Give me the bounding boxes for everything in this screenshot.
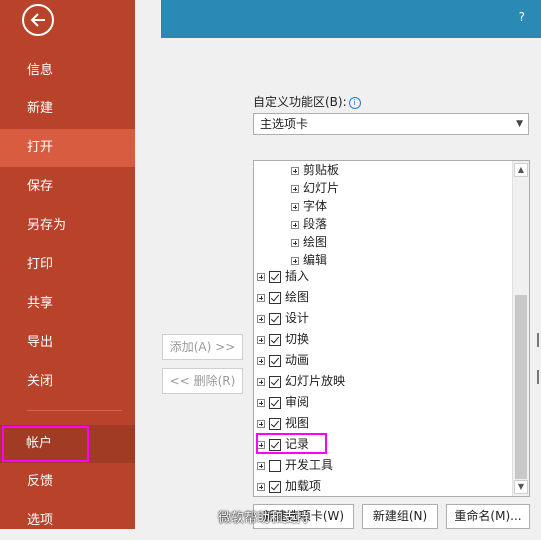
tab-checkbox[interactable]	[269, 333, 281, 346]
tree-item[interactable]: 视图	[257, 413, 309, 434]
expand-icon[interactable]	[257, 419, 265, 428]
back-button[interactable]	[22, 4, 54, 36]
tree-item-label: 绘图	[303, 235, 328, 249]
tree-item[interactable]: 插入	[257, 266, 309, 287]
tree-item[interactable]: 绘图	[257, 287, 309, 308]
expand-icon[interactable]	[257, 335, 265, 344]
expand-icon[interactable]	[257, 461, 265, 470]
expand-icon[interactable]	[291, 166, 299, 175]
tree-item-label: 开发工具	[285, 458, 334, 472]
expand-icon[interactable]	[257, 482, 265, 491]
tree-item[interactable]: 设计	[257, 308, 309, 329]
new-group-button[interactable]: 新建组(N)	[362, 504, 438, 529]
sidebar-divider	[27, 410, 122, 411]
tree-item-label: 绘图	[285, 290, 310, 304]
expand-icon[interactable]	[291, 238, 299, 247]
back-arrow-icon	[30, 13, 45, 27]
tree-scrollbar[interactable]: ▲ ▼	[512, 161, 529, 496]
customize-ribbon-label: 自定义功能区(B): i	[253, 93, 361, 110]
expand-icon[interactable]	[291, 202, 299, 211]
dropdown-arrow-icon: ▼	[516, 119, 523, 129]
tree-item-label: 加载项	[285, 479, 322, 493]
tab-checkbox[interactable]	[269, 417, 281, 430]
tree-item-label: 插入	[285, 269, 310, 283]
customize-ribbon-select[interactable]: 主选项卡 ▼	[253, 113, 529, 135]
info-icon: i	[348, 96, 361, 109]
tab-checkbox[interactable]	[269, 375, 281, 388]
expand-icon[interactable]	[291, 256, 299, 265]
nav-close[interactable]: 关闭	[0, 363, 135, 401]
tree-item-label: 审阅	[285, 395, 310, 409]
expand-icon[interactable]	[291, 220, 299, 229]
customize-ribbon-select-value: 主选项卡	[260, 117, 309, 131]
tree-item-label: 动画	[285, 353, 310, 367]
gap-strip	[135, 0, 161, 529]
expand-icon[interactable]	[291, 184, 299, 193]
tree-item-label: 视图	[285, 416, 310, 430]
account-highlight-box	[2, 426, 89, 462]
tree-item-label: 剪贴板	[303, 163, 340, 177]
nav-print[interactable]: 打印	[0, 246, 135, 284]
expand-icon[interactable]	[257, 314, 265, 323]
expand-icon[interactable]	[257, 398, 265, 407]
rename-button[interactable]: 重命名(M)...	[446, 504, 530, 529]
tab-checkbox[interactable]	[269, 480, 281, 493]
tree-item-label: 幻灯片	[303, 181, 340, 195]
add-button[interactable]: 添加(A) >>	[162, 334, 243, 360]
scroll-down-icon[interactable]: ▼	[514, 480, 528, 494]
tree-item[interactable]: 审阅	[257, 392, 309, 413]
edge-mark	[537, 333, 539, 347]
tree-item[interactable]: 动画	[257, 350, 309, 371]
tree-item-label: 设计	[285, 311, 310, 325]
scroll-thumb[interactable]	[515, 295, 527, 479]
tree-item[interactable]: 切换	[257, 329, 309, 350]
tree-item-label: 段落	[303, 217, 328, 231]
nav-options[interactable]: 选项	[0, 502, 135, 540]
tree-item-label: 幻灯片放映	[285, 374, 346, 388]
nav-export[interactable]: 导出	[0, 324, 135, 362]
record-highlight-box	[256, 433, 327, 454]
nav-share[interactable]: 共享	[0, 285, 135, 323]
tree-item-label: 切换	[285, 332, 310, 346]
expand-icon[interactable]	[257, 272, 265, 281]
tree-item[interactable]: 加载项	[257, 476, 322, 496]
tree-item-label: 字体	[303, 199, 328, 213]
tab-checkbox[interactable]	[269, 312, 281, 325]
tab-checkbox[interactable]	[269, 459, 281, 472]
tab-checkbox[interactable]	[269, 396, 281, 409]
edge-mark	[537, 370, 539, 384]
watermark-text: 微软帮助和支持	[218, 511, 310, 526]
help-button[interactable]: ?	[519, 10, 525, 24]
nav-open[interactable]: 打开	[0, 129, 135, 167]
nav-save-as[interactable]: 另存为	[0, 207, 135, 245]
scroll-up-icon[interactable]: ▲	[514, 163, 528, 177]
nav-info[interactable]: 信息	[0, 52, 135, 90]
nav-save[interactable]: 保存	[0, 168, 135, 206]
tab-checkbox[interactable]	[269, 270, 281, 283]
nav-feedback[interactable]: 反馈	[0, 463, 135, 501]
tree-item[interactable]: 开发工具	[257, 455, 333, 476]
expand-icon[interactable]	[257, 356, 265, 365]
expand-icon[interactable]	[257, 293, 265, 302]
tree-item[interactable]: 幻灯片放映	[257, 371, 345, 392]
nav-new[interactable]: 新建	[0, 90, 135, 128]
expand-icon[interactable]	[257, 377, 265, 386]
customize-ribbon-label-text: 自定义功能区(B):	[253, 95, 347, 109]
remove-button[interactable]: << 删除(R)	[162, 368, 243, 394]
dialog-title-bar: ?	[161, 0, 541, 38]
tree-item-label: 编辑	[303, 253, 328, 267]
tab-checkbox[interactable]	[269, 291, 281, 304]
tab-checkbox[interactable]	[269, 354, 281, 367]
